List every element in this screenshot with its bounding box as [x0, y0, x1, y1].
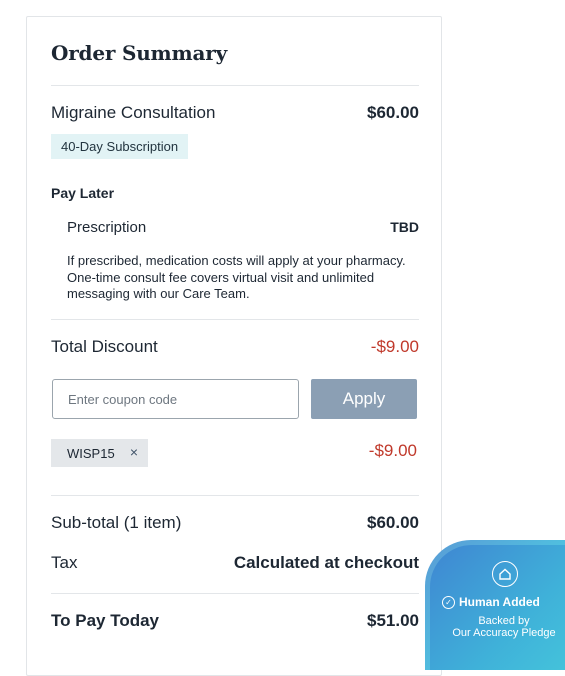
subscription-badge: 40-Day Subscription — [51, 134, 189, 159]
line-item-consultation: Migraine Consultation $60.00 — [51, 103, 419, 123]
remove-coupon-icon[interactable]: × — [130, 444, 138, 460]
subtotal-label: Sub-total (1 item) — [51, 513, 182, 532]
total-discount-value: -$9.00 — [370, 337, 419, 356]
tax-row: Tax Calculated at checkout — [51, 553, 419, 573]
tax-value: Calculated at checkout — [233, 553, 419, 572]
subtotal-value: $60.00 — [367, 513, 419, 532]
divider — [51, 319, 419, 320]
order-summary-title: Order Summary — [51, 41, 227, 65]
item-price: $60.00 — [367, 103, 419, 122]
divider — [51, 85, 419, 86]
prescription-value: TBD — [390, 219, 419, 235]
pledge-line-2: Our Accuracy Pledge — [452, 627, 556, 639]
pledge-inner: ✓ Human Added Backed by Our Accuracy Ple… — [430, 545, 565, 670]
subtotal-row: Sub-total (1 item) $60.00 — [51, 513, 419, 533]
check-circle-icon: ✓ — [442, 595, 455, 609]
apply-coupon-button[interactable]: Apply — [311, 379, 417, 419]
applied-coupon-code: WISP15 — [67, 445, 115, 461]
divider — [51, 495, 419, 496]
item-name: Migraine Consultation — [51, 103, 216, 122]
prescription-label: Prescription — [67, 219, 147, 236]
prescription-note: If prescribed, medication costs will app… — [67, 253, 406, 301]
total-value: $51.00 — [367, 611, 419, 630]
pledge-line-1: Backed by — [478, 615, 530, 627]
order-summary-card: Order Summary Migraine Consultation $60.… — [26, 16, 442, 676]
total-discount-row: Total Discount -$9.00 — [51, 337, 419, 357]
tax-label: Tax — [51, 553, 78, 572]
pledge-headline: ✓ Human Added — [442, 595, 565, 609]
pay-later-heading: Pay Later — [51, 185, 115, 201]
applied-coupon-amount: -$9.00 — [368, 441, 417, 460]
total-label: To Pay Today — [51, 611, 160, 630]
house-shield-icon — [492, 561, 518, 587]
divider — [51, 593, 419, 594]
total-discount-label: Total Discount — [51, 337, 158, 356]
applied-coupon-chip: WISP15 × — [51, 439, 148, 467]
pledge-headline-text: Human Added — [459, 595, 540, 609]
prescription-row: Prescription TBD — [67, 219, 419, 236]
coupon-code-input[interactable] — [52, 379, 299, 419]
total-row: To Pay Today $51.00 — [51, 611, 419, 631]
accuracy-pledge-badge[interactable]: ✓ Human Added Backed by Our Accuracy Ple… — [425, 540, 565, 670]
